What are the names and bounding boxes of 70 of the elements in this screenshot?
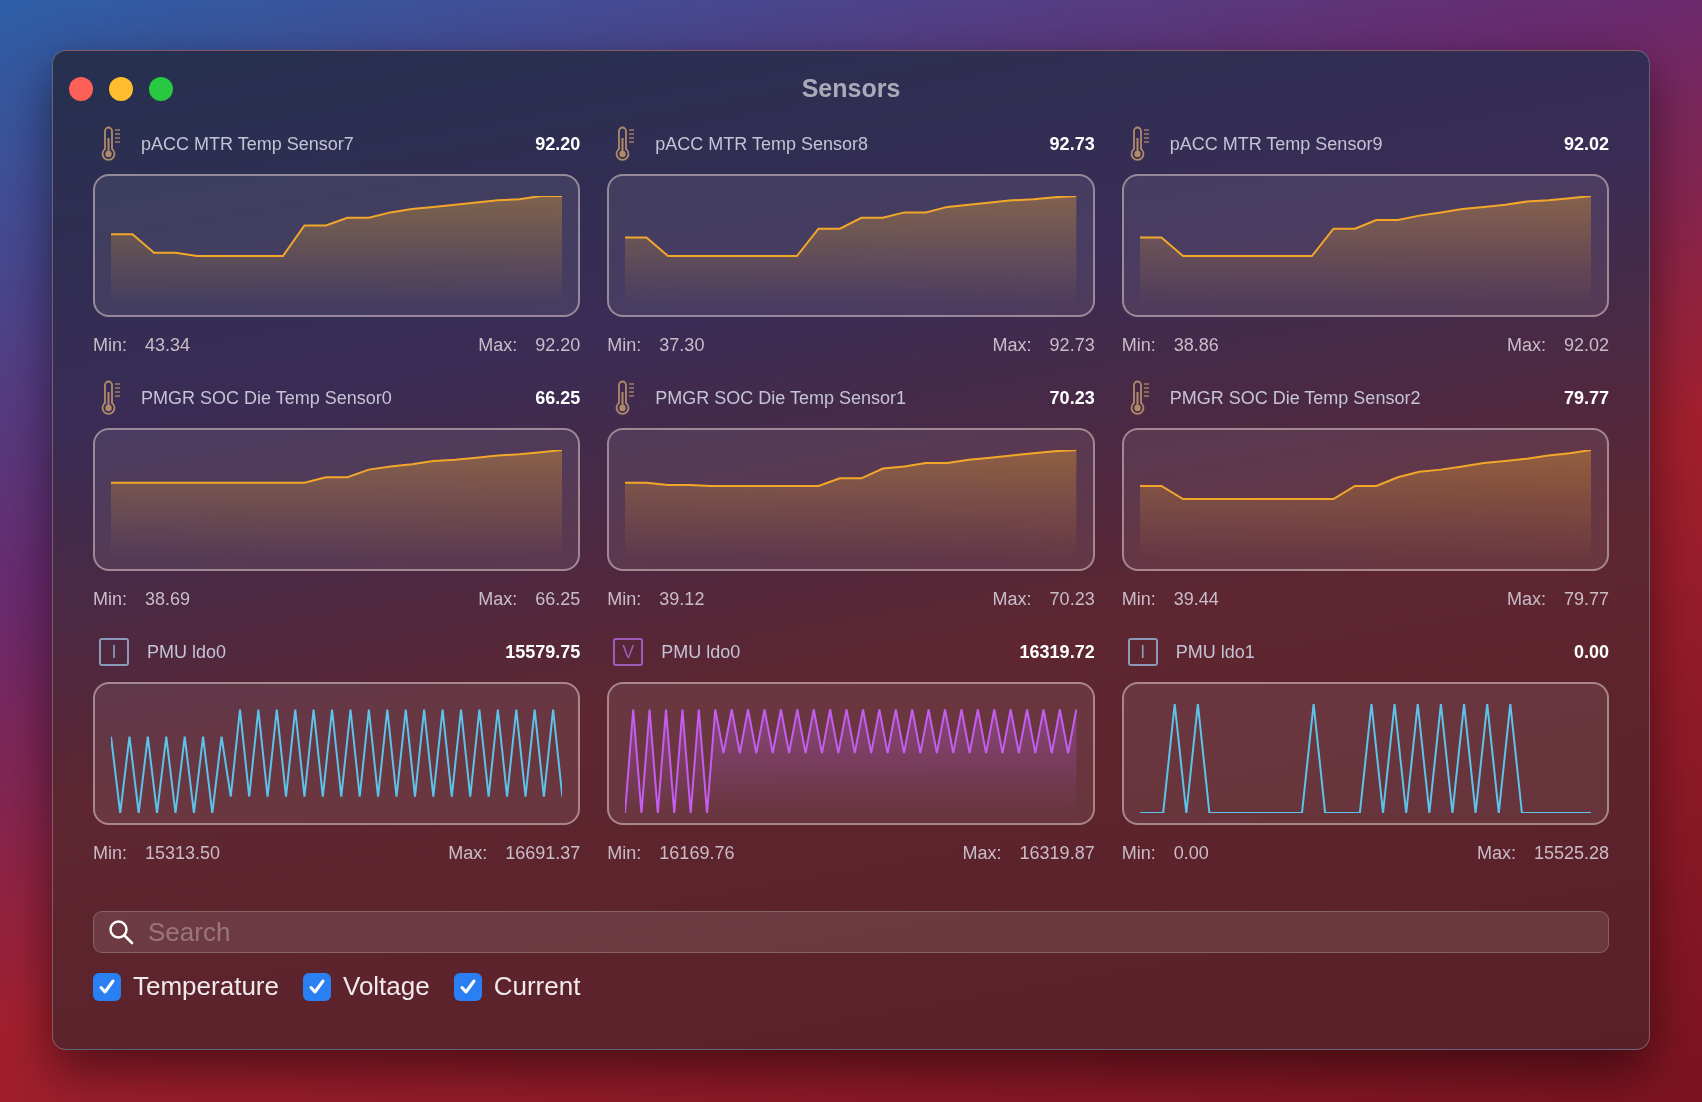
min-label: Min: (93, 587, 127, 611)
max-label: Max: (992, 333, 1032, 357)
checkbox[interactable] (453, 972, 482, 1001)
sensor-value: 92.02 (1563, 132, 1609, 156)
checkbox-label[interactable]: Current (493, 967, 581, 1006)
max-label: Max: (448, 841, 488, 865)
sensor-name: PMU ldo1 (1175, 640, 1256, 664)
current-badge: I (99, 638, 129, 666)
max-value: 70.23 (1049, 587, 1095, 611)
max-value: 92.02 (1563, 333, 1609, 357)
sensor-value: 0.00 (1573, 640, 1609, 664)
zoom-button[interactable] (149, 77, 173, 101)
sensor-name: PMGR SOC Die Temp Sensor0 (141, 386, 393, 410)
min-value: 39.12 (659, 587, 705, 611)
min-value: 15313.50 (145, 841, 221, 865)
checkbox-label[interactable]: Temperature (133, 967, 279, 1006)
sensor-name: PMGR SOC Die Temp Sensor1 (655, 386, 908, 410)
max-label: Max: (1506, 587, 1546, 611)
min-value: 37.30 (659, 333, 705, 357)
max-value: 92.73 (1049, 333, 1095, 357)
sensor-name: pACC MTR Temp Sensor7 (141, 132, 355, 156)
sensor-name: PMGR SOC Die Temp Sensor2 (1169, 386, 1422, 410)
thermometer-icon (99, 126, 123, 162)
min-label: Min: (93, 841, 127, 865)
close-button[interactable] (69, 77, 93, 101)
max-value: 16691.37 (505, 841, 581, 865)
max-value: 92.20 (535, 333, 581, 357)
sensor-value: 92.20 (535, 132, 581, 156)
max-value: 16319.87 (1019, 841, 1095, 865)
max-value: 66.25 (535, 587, 581, 611)
min-label: Min: (93, 333, 127, 357)
max-label: Max: (1476, 841, 1516, 865)
sensor-value: 79.77 (1563, 386, 1609, 410)
search-icon (108, 919, 134, 945)
max-label: Max: (1506, 333, 1546, 357)
checkbox-label[interactable]: Voltage (342, 967, 430, 1006)
min-value: 16169.76 (659, 841, 735, 865)
checkbox[interactable] (302, 972, 331, 1001)
min-label: Min: (607, 841, 642, 865)
min-value: 0.00 (1173, 841, 1209, 865)
voltage-badge: V (613, 638, 644, 666)
min-label: Min: (607, 333, 642, 357)
minimize-button[interactable] (109, 77, 133, 101)
window-title: Sensors (801, 73, 901, 104)
sensor-value: 15579.75 (505, 640, 581, 664)
min-value: 39.44 (1173, 587, 1219, 611)
sensor-value: 66.25 (535, 386, 581, 410)
max-label: Max: (478, 587, 518, 611)
sensor-name: PMU ldo0 (661, 640, 742, 664)
min-value: 38.69 (145, 587, 191, 611)
current-badge: I (1127, 638, 1158, 666)
checkbox[interactable] (93, 972, 121, 1001)
min-value: 38.86 (1173, 333, 1219, 357)
sensor-name: PMU ldo0 (147, 640, 228, 664)
min-label: Min: (1121, 333, 1156, 357)
sensor-value: 70.23 (1049, 386, 1095, 410)
max-label: Max: (478, 333, 518, 357)
max-value: 15525.28 (1533, 841, 1609, 865)
min-value: 43.34 (145, 333, 191, 357)
max-label: Max: (962, 841, 1002, 865)
sensor-value: 16319.72 (1019, 640, 1095, 664)
sensor-name: pACC MTR Temp Sensor8 (655, 132, 870, 156)
min-label: Min: (607, 587, 642, 611)
max-label: Max: (992, 587, 1032, 611)
min-label: Min: (1121, 841, 1156, 865)
max-value: 79.77 (1563, 587, 1609, 611)
thermometer-icon (99, 380, 123, 416)
min-label: Min: (1121, 587, 1156, 611)
sensor-value: 92.73 (1049, 132, 1095, 156)
sensor-name: pACC MTR Temp Sensor9 (1169, 132, 1384, 156)
